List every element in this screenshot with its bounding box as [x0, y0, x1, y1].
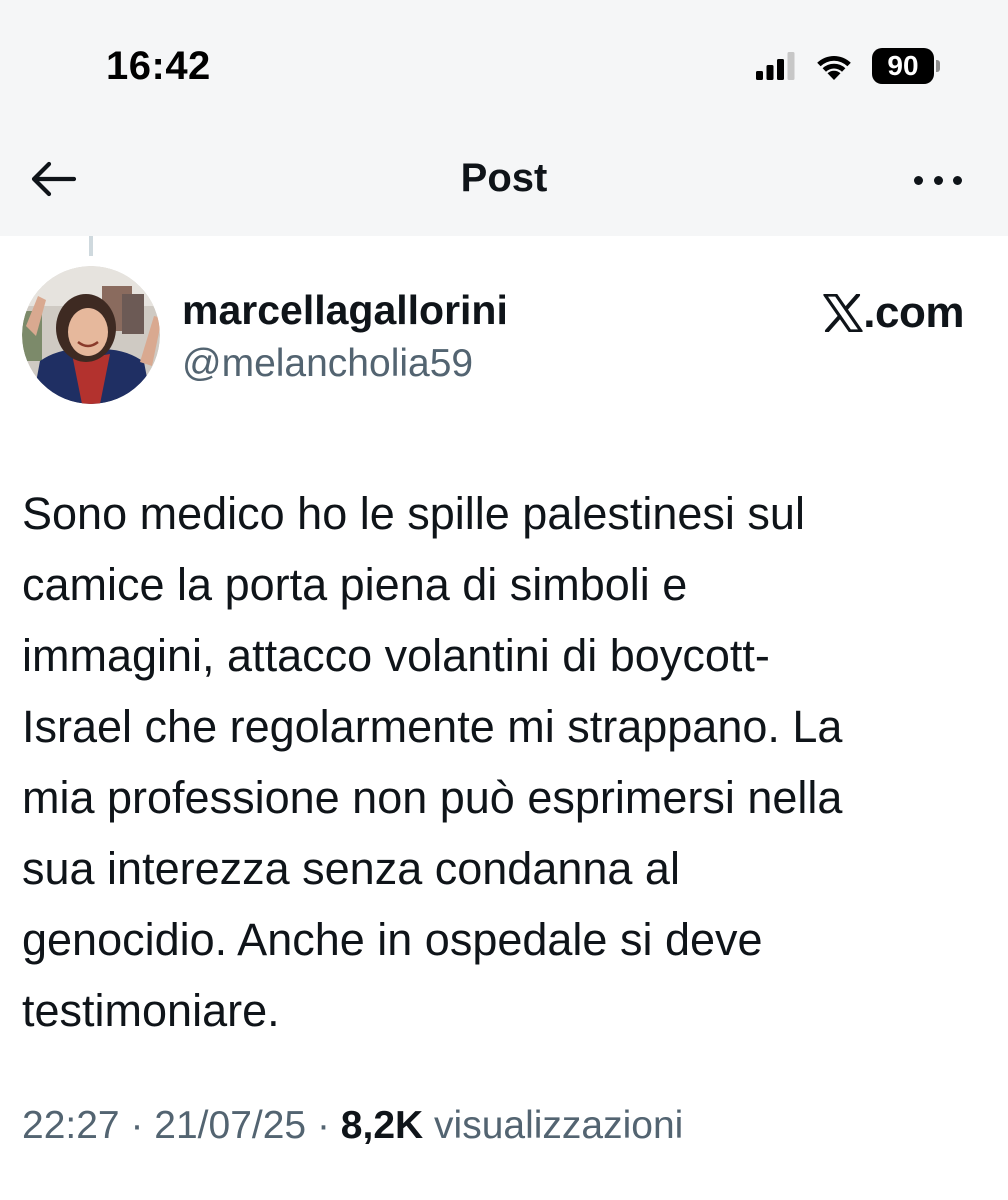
more-horizontal-icon	[933, 175, 943, 185]
author-handle[interactable]: @melancholia59	[182, 342, 473, 386]
wifi-icon	[817, 55, 851, 80]
avatar[interactable]	[22, 266, 160, 404]
battery-tip	[936, 60, 940, 72]
header-area: 16:42 90 Post	[0, 0, 1008, 236]
more-options-button[interactable]	[914, 168, 962, 192]
cellular-signal-icon	[756, 52, 795, 80]
status-icons: 90	[756, 48, 940, 84]
status-time: 16:42	[106, 44, 211, 88]
tweet-time[interactable]: 22:27	[22, 1104, 120, 1147]
views-label: visualizzazioni	[434, 1104, 684, 1147]
more-horizontal-icon	[914, 175, 923, 185]
battery-level: 90	[872, 48, 934, 84]
thread-connector	[89, 236, 93, 256]
battery-icon: 90	[872, 48, 940, 84]
meta-separator: ·	[316, 1104, 330, 1147]
page-title: Post	[460, 156, 548, 200]
avatar-image	[22, 266, 160, 404]
post-screen: 16:42 90 Post marcellagallorini @melanch…	[0, 0, 1008, 1200]
tweet-meta: 22:27 · 21/07/25 · 8,2K visualizzazioni	[22, 1104, 683, 1148]
author-display-name[interactable]: marcellagallorini	[182, 287, 508, 334]
x-logo-icon	[823, 294, 863, 332]
tweet-date[interactable]: 21/07/25	[154, 1104, 306, 1147]
more-horizontal-icon	[953, 175, 962, 185]
views-count[interactable]: 8,2K	[341, 1104, 423, 1147]
source-label: .com	[863, 288, 964, 337]
tweet-text: Sono medico ho le spille palestinesi sul…	[22, 488, 843, 1036]
meta-separator: ·	[130, 1104, 144, 1147]
source-watermark: .com	[823, 288, 964, 338]
